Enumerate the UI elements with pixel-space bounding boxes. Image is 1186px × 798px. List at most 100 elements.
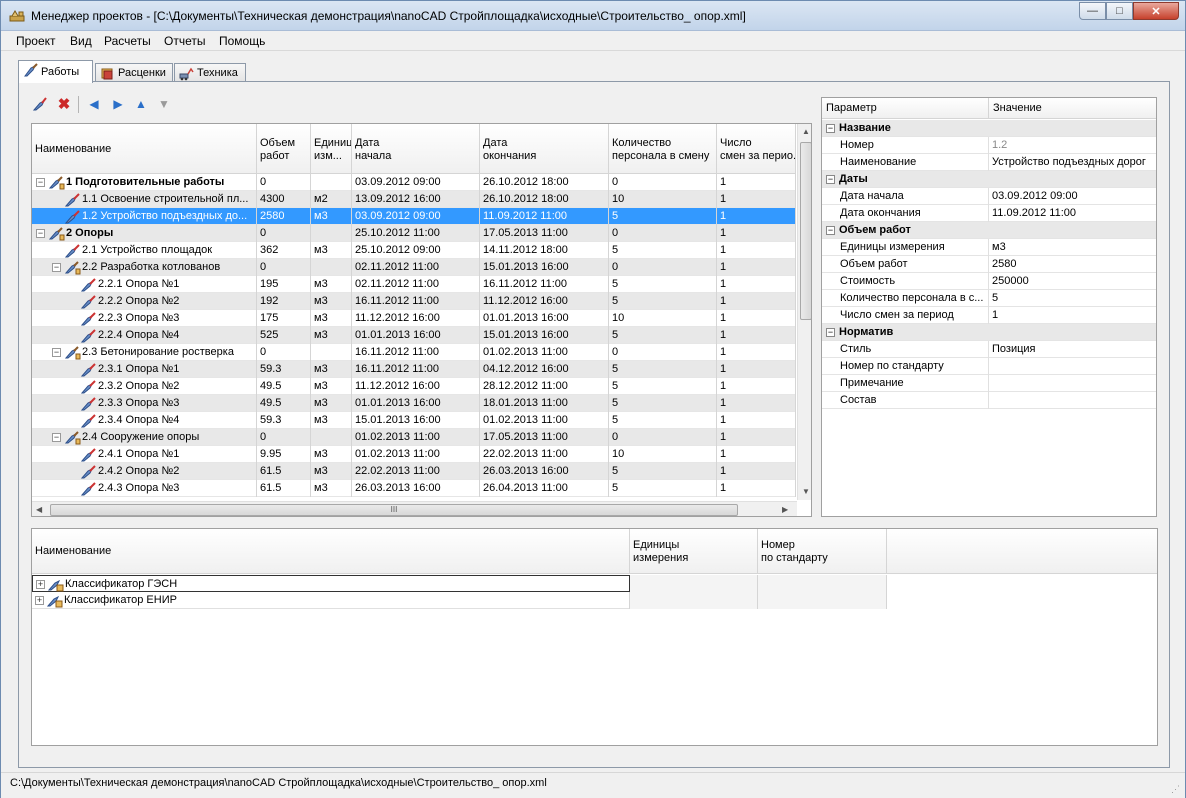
property-value[interactable]: 250000 <box>989 273 1156 290</box>
works-cell-name[interactable]: 1.1 Освоение строительной пл... <box>32 191 257 208</box>
works-cell-volume[interactable]: 59.3 <box>257 412 311 429</box>
works-cell-shifts[interactable]: 1 <box>717 361 796 378</box>
works-cell-name[interactable]: 2.2.1 Опора №1 <box>32 276 257 293</box>
works-cell-volume[interactable]: 0 <box>257 429 311 446</box>
works-cell-shifts[interactable]: 1 <box>717 378 796 395</box>
works-cell-end[interactable]: 18.01.2013 11:00 <box>480 395 609 412</box>
works-cell-name[interactable]: 2.3.1 Опора №1 <box>32 361 257 378</box>
works-cell-staff[interactable]: 0 <box>609 225 717 242</box>
property-category[interactable]: − Норматив <box>822 324 1156 341</box>
works-row[interactable]: 2.2.1 Опора №1 195 м3 02.11.2012 11:00 16.11… <box>32 276 796 293</box>
property-row[interactable]: Примечание <box>822 375 1156 392</box>
works-cell-unit[interactable]: м3 <box>311 463 352 480</box>
works-cell-staff[interactable]: 5 <box>609 395 717 412</box>
works-cell-shifts[interactable]: 1 <box>717 259 796 276</box>
works-cell-unit[interactable]: м3 <box>311 327 352 344</box>
col-header-name[interactable]: Наименование <box>32 124 257 174</box>
works-cell-end[interactable]: 01.02.2013 11:00 <box>480 412 609 429</box>
resize-grip[interactable]: ⋰ <box>1171 784 1183 796</box>
works-cell-shifts[interactable]: 1 <box>717 242 796 259</box>
works-cell-start[interactable]: 01.02.2013 11:00 <box>352 446 480 463</box>
works-cell-shifts[interactable]: 1 <box>717 191 796 208</box>
property-row[interactable]: Стиль Позиция <box>822 341 1156 358</box>
works-cell-staff[interactable]: 5 <box>609 208 717 225</box>
works-cell-name[interactable]: − 2.4 Сооружение опоры <box>32 429 257 446</box>
classifier-cell-unit[interactable] <box>630 575 758 592</box>
classifier-cell-name[interactable]: + Классификатор ГЭСН <box>32 575 630 592</box>
property-category[interactable]: − Объем работ <box>822 222 1156 239</box>
delete-button[interactable]: ✖ <box>55 95 73 113</box>
cls-col-header-std[interactable]: Номер по стандарту <box>758 529 887 574</box>
works-cell-name[interactable]: 2.3.4 Опора №4 <box>32 412 257 429</box>
works-cell-volume[interactable]: 9.95 <box>257 446 311 463</box>
works-cell-staff[interactable]: 5 <box>609 293 717 310</box>
works-cell-staff[interactable]: 5 <box>609 242 717 259</box>
property-value[interactable] <box>989 375 1156 392</box>
works-cell-start[interactable]: 25.10.2012 11:00 <box>352 225 480 242</box>
property-value[interactable]: Устройство подъездных дорог <box>989 154 1156 171</box>
works-cell-end[interactable]: 15.01.2013 16:00 <box>480 327 609 344</box>
works-cell-volume[interactable]: 2580 <box>257 208 311 225</box>
works-row[interactable]: 2.3.2 Опора №2 49.5 м3 11.12.2012 16:00 28.1… <box>32 378 796 395</box>
works-horizontal-scrollbar[interactable]: ◀ III ▶ <box>32 501 797 516</box>
works-cell-name[interactable]: 2.4.2 Опора №2 <box>32 463 257 480</box>
tab-rates[interactable]: Расценки <box>95 63 173 82</box>
works-row[interactable]: − 2.2 Разработка котлованов 0 02.11.2012 11… <box>32 259 796 276</box>
works-cell-shifts[interactable]: 1 <box>717 208 796 225</box>
works-cell-shifts[interactable]: 1 <box>717 429 796 446</box>
works-cell-staff[interactable]: 0 <box>609 174 717 191</box>
works-cell-name[interactable]: 2.2.4 Опора №4 <box>32 327 257 344</box>
works-cell-start[interactable]: 01.02.2013 11:00 <box>352 429 480 446</box>
expand-toggle[interactable]: + <box>36 580 45 589</box>
works-row[interactable]: 2.4.2 Опора №2 61.5 м3 22.02.2013 11:00 26.0… <box>32 463 796 480</box>
works-cell-volume[interactable]: 49.5 <box>257 395 311 412</box>
works-row[interactable]: 2.1 Устройство площадок 362 м3 25.10.2012 0… <box>32 242 796 259</box>
works-cell-unit[interactable]: м3 <box>311 276 352 293</box>
menu-help[interactable]: Помощь <box>219 34 265 48</box>
works-cell-end[interactable]: 26.10.2012 18:00 <box>480 191 609 208</box>
works-cell-unit[interactable]: м3 <box>311 395 352 412</box>
classifier-cell-name[interactable]: + Классификатор ЕНИР <box>32 592 630 609</box>
tab-works[interactable]: Работы <box>18 60 93 83</box>
works-cell-end[interactable]: 17.05.2013 11:00 <box>480 225 609 242</box>
works-cell-unit[interactable] <box>311 259 352 276</box>
col-header-start[interactable]: Дата начала <box>352 124 480 174</box>
works-cell-shifts[interactable]: 1 <box>717 174 796 191</box>
property-value[interactable]: м3 <box>989 239 1156 256</box>
works-cell-volume[interactable]: 61.5 <box>257 480 311 497</box>
works-cell-end[interactable]: 11.12.2012 16:00 <box>480 293 609 310</box>
property-value[interactable]: 1 <box>989 307 1156 324</box>
works-cell-shifts[interactable]: 1 <box>717 395 796 412</box>
works-cell-end[interactable]: 15.01.2013 16:00 <box>480 259 609 276</box>
works-cell-shifts[interactable]: 1 <box>717 344 796 361</box>
works-cell-shifts[interactable]: 1 <box>717 310 796 327</box>
works-cell-end[interactable]: 11.09.2012 11:00 <box>480 208 609 225</box>
works-cell-start[interactable]: 11.12.2012 16:00 <box>352 378 480 395</box>
works-row[interactable]: 2.2.2 Опора №2 192 м3 16.11.2012 11:00 11.12… <box>32 293 796 310</box>
property-row[interactable]: Объем работ 2580 <box>822 256 1156 273</box>
works-horizontal-scroll-thumb[interactable]: III <box>50 504 738 516</box>
works-cell-volume[interactable]: 4300 <box>257 191 311 208</box>
works-cell-start[interactable]: 16.11.2012 11:00 <box>352 361 480 378</box>
works-row[interactable]: 2.2.3 Опора №3 175 м3 11.12.2012 16:00 01.01… <box>32 310 796 327</box>
works-cell-name[interactable]: − 2 Опоры <box>32 225 257 242</box>
property-row[interactable]: Состав <box>822 392 1156 409</box>
menu-calculations[interactable]: Расчеты <box>104 34 151 48</box>
works-cell-name[interactable]: 2.2.3 Опора №3 <box>32 310 257 327</box>
works-cell-start[interactable]: 26.03.2013 16:00 <box>352 480 480 497</box>
expand-toggle[interactable]: + <box>35 596 44 605</box>
works-cell-shifts[interactable]: 1 <box>717 463 796 480</box>
works-cell-unit[interactable]: м3 <box>311 378 352 395</box>
works-cell-start[interactable]: 22.02.2013 11:00 <box>352 463 480 480</box>
property-value[interactable] <box>989 392 1156 409</box>
scroll-up-arrow[interactable]: ▲ <box>802 127 810 136</box>
works-row[interactable]: 2.4.3 Опора №3 61.5 м3 26.03.2013 16:00 26.0… <box>32 480 796 497</box>
property-value[interactable]: 5 <box>989 290 1156 307</box>
works-cell-volume[interactable]: 0 <box>257 344 311 361</box>
move-up-button[interactable]: ▲ <box>132 95 150 113</box>
works-cell-unit[interactable]: м3 <box>311 208 352 225</box>
works-cell-end[interactable]: 26.10.2012 18:00 <box>480 174 609 191</box>
works-row[interactable]: 1.1 Освоение строительной пл... 4300 м2 13.… <box>32 191 796 208</box>
property-row[interactable]: Количество персонала в с... 5 <box>822 290 1156 307</box>
works-vertical-scroll-thumb[interactable] <box>800 142 811 320</box>
